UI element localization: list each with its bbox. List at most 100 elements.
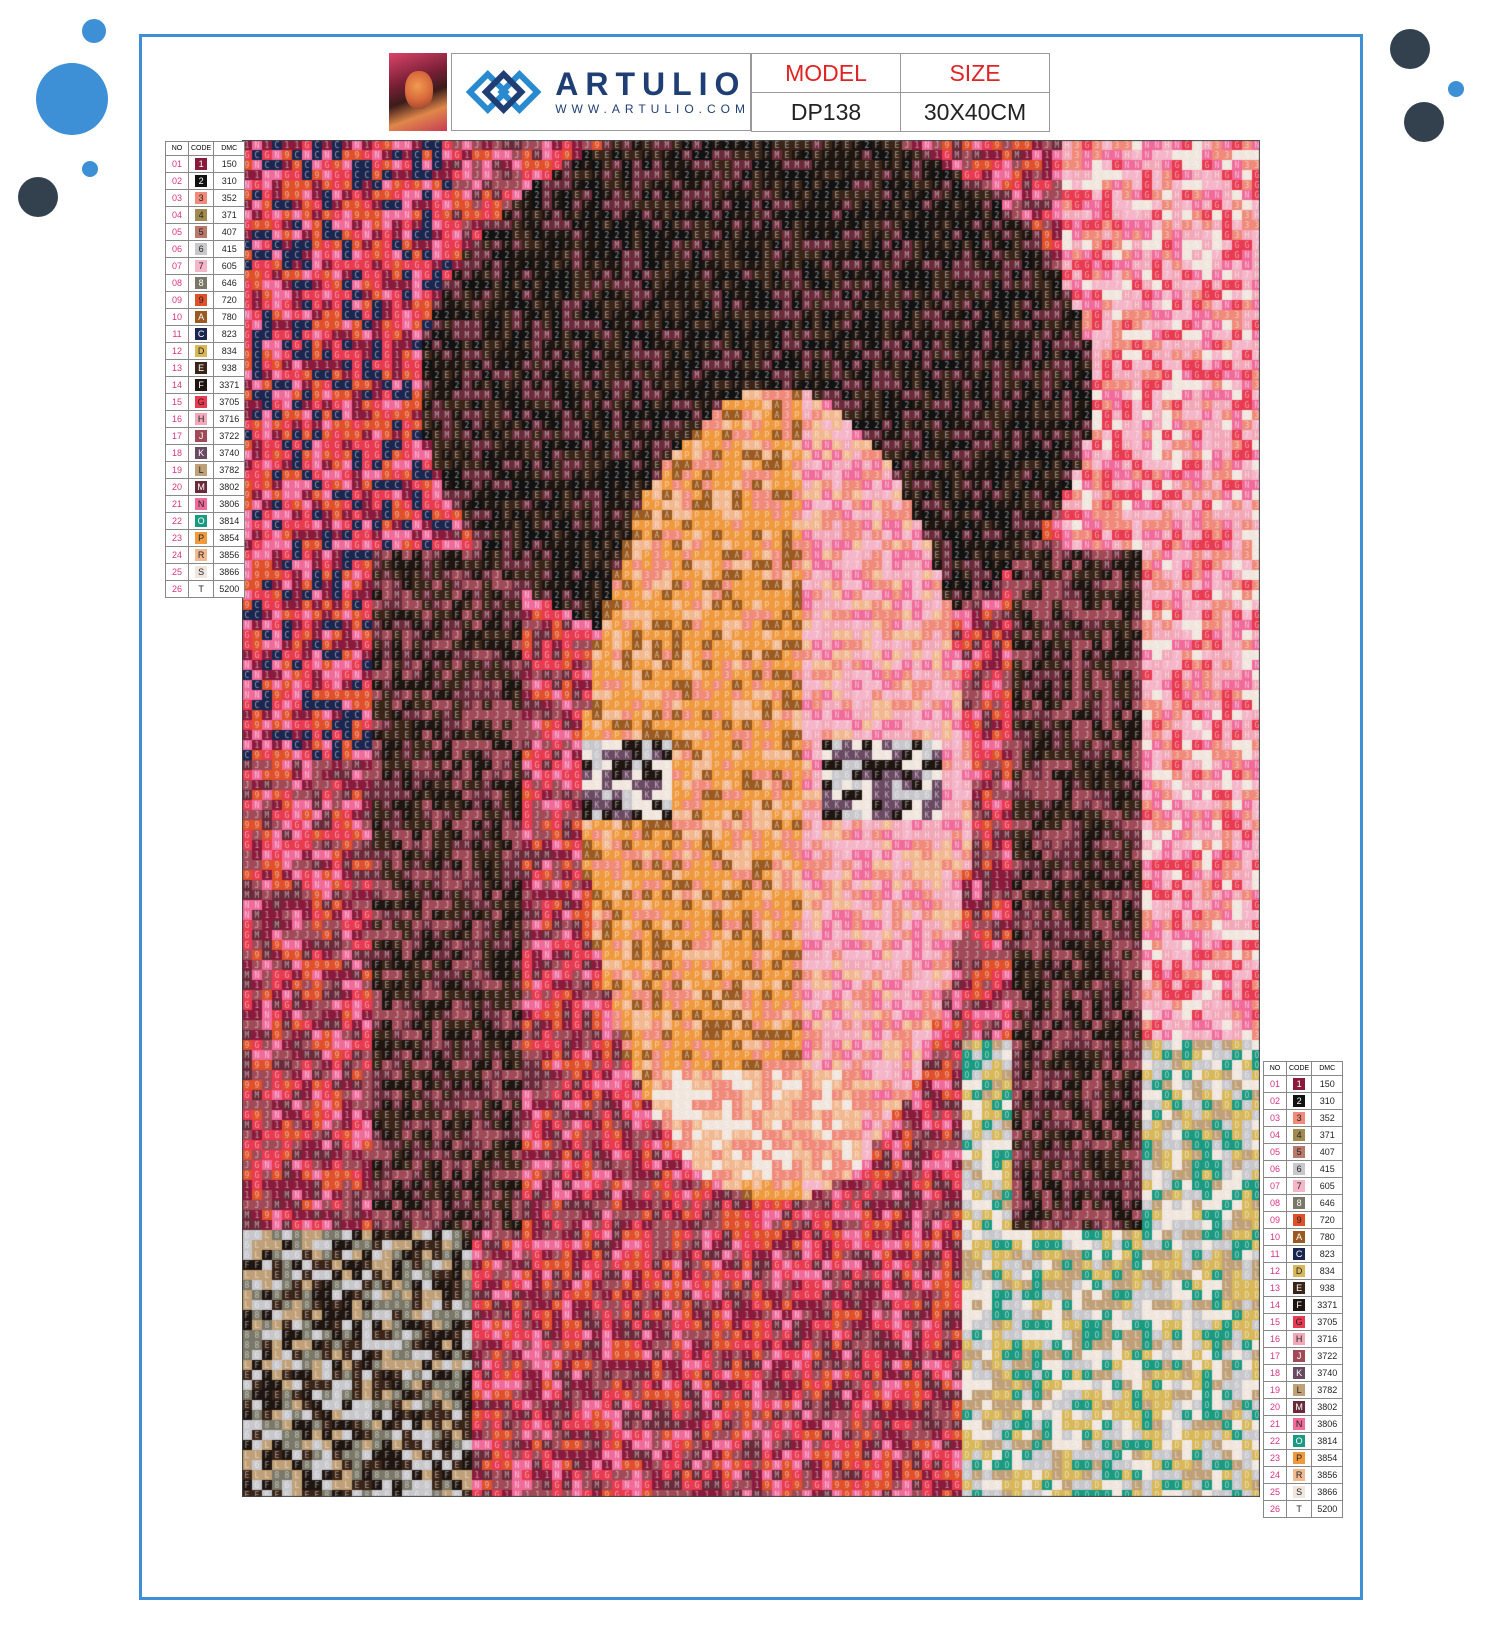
legend-swatch: D: [1293, 1265, 1306, 1277]
legend-dmc: 371: [1311, 1126, 1344, 1144]
legend-dmc: 3866: [1311, 1483, 1344, 1501]
legend-swatch: P: [195, 532, 208, 544]
legend-row: 25 S 3866: [1263, 1483, 1344, 1501]
legend-code: L: [1285, 1381, 1313, 1399]
legend-row: 02 2 310: [1263, 1092, 1344, 1110]
legend-code: 5: [1285, 1143, 1313, 1161]
legend-swatch: A: [195, 311, 208, 323]
legend-swatch: D: [195, 345, 208, 357]
legend-swatch: G: [195, 396, 208, 408]
legend-number: 03: [1263, 1109, 1287, 1127]
legend-code: C: [1285, 1245, 1313, 1263]
legend-code: S: [1285, 1483, 1313, 1501]
decor-dot-dark-left: [18, 177, 58, 217]
legend-code: N: [1285, 1415, 1313, 1433]
legend-code: J: [187, 427, 215, 445]
legend-dmc: 3856: [213, 546, 246, 564]
legend-row: 17 J 3722: [165, 427, 246, 445]
legend-dmc: 3716: [1311, 1330, 1344, 1348]
legend-number: 21: [165, 495, 189, 513]
legend-code: H: [187, 410, 215, 428]
legend-number: 16: [165, 410, 189, 428]
legend-number: 20: [1263, 1398, 1287, 1416]
legend-dmc: 415: [213, 240, 246, 258]
legend-row: 21 N 3806: [165, 495, 246, 513]
legend-code: G: [187, 393, 215, 411]
legend-number: 21: [1263, 1415, 1287, 1433]
decor-dot-blue-right: [1448, 81, 1464, 97]
legend-dmc: 3856: [1311, 1466, 1344, 1484]
legend-dmc: 407: [1311, 1143, 1344, 1161]
legend-swatch: T: [195, 583, 208, 595]
legend-swatch: N: [195, 498, 208, 510]
legend-code: 1: [1285, 1075, 1313, 1093]
legend-header-row: NO CODE DMC: [165, 141, 246, 156]
color-legend-left: NO CODE DMC 01 1 150 02 2 310 03 3 352 04 4 371 05 5 407 0…: [165, 141, 246, 598]
legend-number: 20: [165, 478, 189, 496]
legend-code: 3: [1285, 1109, 1313, 1127]
legend-number: 14: [1263, 1296, 1287, 1314]
legend-code: G: [1285, 1313, 1313, 1331]
legend-swatch: F: [195, 379, 208, 391]
legend-row: 01 1 150: [1263, 1075, 1344, 1093]
legend-dmc: 3705: [1311, 1313, 1344, 1331]
legend-dmc: 352: [213, 189, 246, 207]
brand-website: WWW.ARTULIO.COM: [555, 102, 750, 116]
legend-row: 17 J 3722: [1263, 1347, 1344, 1365]
legend-row: 14 F 3371: [1263, 1296, 1344, 1314]
legend-number: 24: [1263, 1466, 1287, 1484]
legend-number: 05: [165, 223, 189, 241]
legend-dmc: 3705: [213, 393, 246, 411]
legend-swatch: E: [1293, 1282, 1306, 1294]
model-value: DP138: [751, 92, 901, 132]
legend-swatch: J: [1293, 1350, 1306, 1362]
legend-row: 15 G 3705: [165, 393, 246, 411]
legend-row: 07 7 605: [1263, 1177, 1344, 1195]
legend-col-dmc: DMC: [1311, 1061, 1344, 1076]
legend-row: 08 8 646: [165, 274, 246, 292]
legend-swatch: 8: [195, 277, 208, 289]
legend-dmc: 3722: [1311, 1347, 1344, 1365]
legend-swatch: C: [195, 328, 208, 340]
legend-row: 09 9 720: [165, 291, 246, 309]
legend-number: 07: [165, 257, 189, 275]
legend-swatch: 7: [1293, 1180, 1306, 1192]
legend-code: 8: [187, 274, 215, 292]
legend-dmc: 407: [213, 223, 246, 241]
legend-swatch: 7: [195, 260, 208, 272]
legend-code: F: [187, 376, 215, 394]
legend-number: 25: [1263, 1483, 1287, 1501]
legend-number: 08: [1263, 1194, 1287, 1212]
product-thumbnail: [389, 53, 447, 131]
legend-swatch: H: [1293, 1333, 1306, 1345]
legend-dmc: 3814: [1311, 1432, 1344, 1450]
legend-number: 04: [165, 206, 189, 224]
legend-swatch: G: [1293, 1316, 1306, 1328]
legend-row: 05 5 407: [165, 223, 246, 241]
legend-row: 16 H 3716: [1263, 1330, 1344, 1348]
legend-dmc: 150: [213, 155, 246, 173]
legend-col-code: CODE: [187, 141, 215, 156]
legend-code: 2: [187, 172, 215, 190]
legend-col-dmc: DMC: [213, 141, 246, 156]
legend-dmc: 3802: [213, 478, 246, 496]
legend-dmc: 3722: [213, 427, 246, 445]
legend-row: 03 3 352: [1263, 1109, 1344, 1127]
legend-code: D: [1285, 1262, 1313, 1280]
legend-dmc: 3806: [1311, 1415, 1344, 1433]
legend-number: 15: [165, 393, 189, 411]
legend-number: 24: [165, 546, 189, 564]
legend-dmc: 5200: [1311, 1500, 1344, 1518]
legend-row: 20 M 3802: [1263, 1398, 1344, 1416]
legend-row: 12 D 834: [165, 342, 246, 360]
legend-number: 10: [165, 308, 189, 326]
legend-row: 11 C 823: [165, 325, 246, 343]
legend-dmc: 646: [213, 274, 246, 292]
legend-row: 03 3 352: [165, 189, 246, 207]
legend-dmc: 938: [213, 359, 246, 377]
legend-number: 12: [1263, 1262, 1287, 1280]
legend-code: L: [187, 461, 215, 479]
legend-swatch: 5: [195, 226, 208, 238]
legend-row: 23 P 3854: [165, 529, 246, 547]
legend-code: 9: [187, 291, 215, 309]
